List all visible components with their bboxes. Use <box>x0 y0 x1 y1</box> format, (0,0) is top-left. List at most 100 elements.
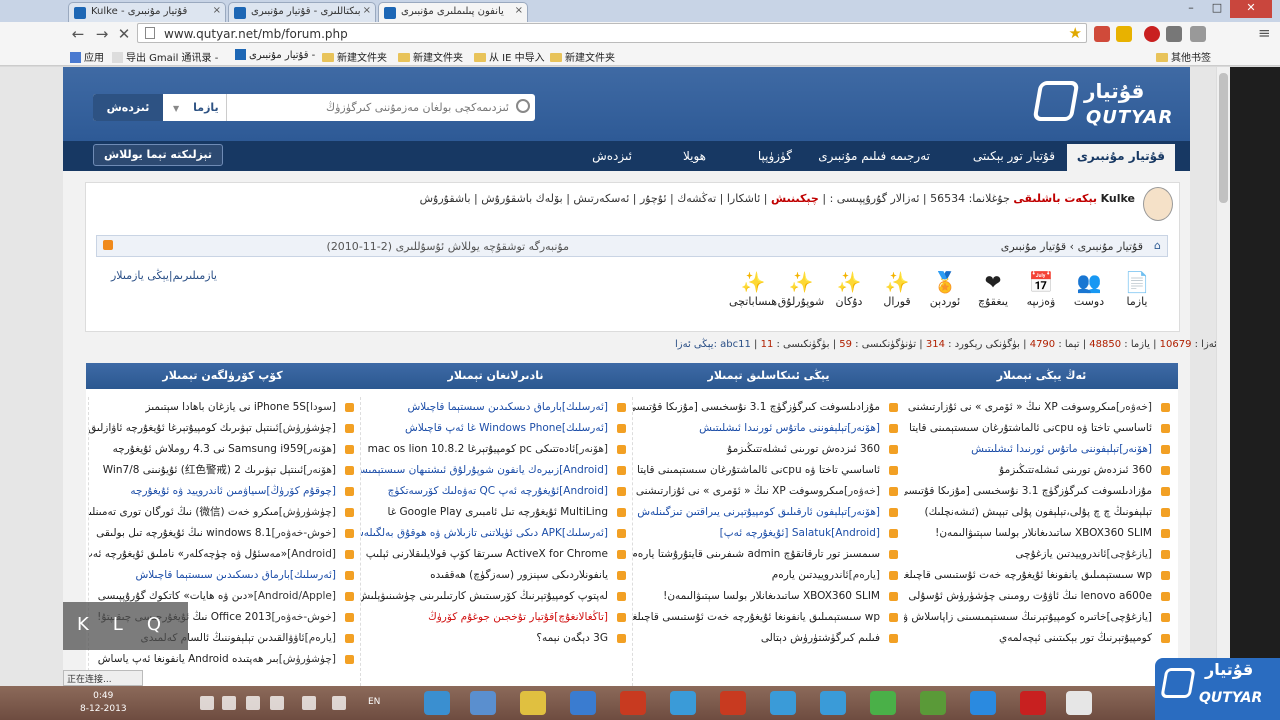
thread-link[interactable]: مۇزادىلسوفت كىرگۈزگۈچ 3.1 نۇسخىسى [مۇزىك… <box>633 397 900 418</box>
thread-tag[interactable]: [ئەرسلىك] <box>290 569 336 581</box>
thread-tag[interactable]: [Android] <box>559 485 608 497</box>
thread-tag[interactable]: [ھۆنەر] <box>847 422 880 434</box>
quick-icon-0[interactable]: 📄 يازما <box>1113 269 1161 308</box>
menu-icon[interactable]: ≡ <box>1258 26 1274 42</box>
thread-tag[interactable]: [چۈشۈرۈش] <box>279 653 336 665</box>
input-language[interactable]: EN <box>368 697 380 707</box>
site-logo[interactable]: قۇتيار QUTYAR <box>1026 77 1176 133</box>
thread-tag[interactable]: [چۈشۈرۈش] <box>279 422 336 434</box>
thread-tag[interactable]: [خوش-خەۋەر] <box>272 527 336 539</box>
taskbar-clock[interactable]: 0:49 8-12-2013 <box>80 690 127 716</box>
thread-link[interactable]: [Android]زىيرەك يانفون شوپۇرلۇق ئىشتىھان… <box>361 460 628 481</box>
announcement-link[interactable]: مۇنبەرگە توشقۇچە يوللاش ئۇسۇللىرى (2-11-… <box>327 240 569 253</box>
close-window-button[interactable]: ✕ <box>1230 0 1272 18</box>
thread-link[interactable]: [يارەم]ئاندروييدتىن يارەم <box>633 565 900 586</box>
search-button[interactable]: ئىزدەش <box>93 94 163 121</box>
opera-extension-icon[interactable] <box>1144 26 1160 42</box>
bookmark-folder[interactable]: 新建文件夹 <box>550 49 615 64</box>
thread-tag[interactable]: [چوقۇم كۆرۈڭ] <box>266 485 336 497</box>
nav-film-forum[interactable]: تەرجىمە فىلىم مۇنبىرى <box>818 141 930 171</box>
thread-tag[interactable]: [ئەرسلىك] <box>562 401 608 413</box>
keyboard-icon[interactable] <box>302 696 316 710</box>
logout-link[interactable]: چېكىنىش <box>771 192 819 205</box>
bookmark-folder[interactable]: 新建文件夹 <box>322 49 387 64</box>
search-scope-select[interactable]: ▼ يازما <box>165 94 227 121</box>
thread-link[interactable]: [چۈشۈرۈش]مىكرو خەت (微信) نىڭ ئورگان تورى … <box>89 502 356 523</box>
thread-link[interactable]: تېلېفونىڭ چ چ پۇلى،تېلېفون پۇلى تېپىش (ئ… <box>904 502 1172 523</box>
thread-link[interactable]: [ھۆنەر]ئادەتتىكى pc كومپيۇتېرغا mac os l… <box>361 439 628 460</box>
thread-link[interactable]: [ئەرسلىك]Windows Phone غا ئەپ قاچىلاش <box>361 418 628 439</box>
thread-tag[interactable]: [خەۋەر] <box>1116 401 1152 413</box>
tab-1[interactable]: Kulke - قۇتيار مۇنبىرى × <box>68 2 226 22</box>
bookmark-qutyar[interactable]: قۇتيار مۇنبىرى - <box>235 49 315 61</box>
thread-link[interactable]: [ئەرسلىك]APK دىكى ئۈيلاتنى تازىلاش ۋە ھو… <box>361 523 628 544</box>
search-input[interactable]: ئىزدىمەكچى بولغان مەزمۇننى كىرگۈزۈڭ <box>326 101 509 114</box>
bookmark-folder[interactable]: 新建文件夹 <box>398 49 463 64</box>
forward-arrow-icon[interactable]: → <box>92 24 112 44</box>
thread-link[interactable]: كومپيۇتېرنىڭ تور بېكىتىنى ئېچەلمەي <box>904 628 1172 649</box>
username-link[interactable]: Kulke <box>1101 192 1135 205</box>
quick-icon-3[interactable]: ❤ يىغقۇچ <box>969 269 1017 308</box>
thread-link[interactable]: [Android]Salatuk [ئۇيغۇرچە ئەپ] <box>633 523 900 544</box>
avatar[interactable] <box>1143 187 1173 221</box>
thread-tag[interactable]: [Android] <box>287 548 336 560</box>
thread-link[interactable]: wp سىستېمىلىق يانفونغا ئۇيغۇرچە خەت ئۇست… <box>633 607 900 628</box>
thread-tag[interactable]: [سودا] <box>306 401 336 413</box>
thread-tag[interactable]: [ھۆنەر] <box>303 443 336 455</box>
thread-link[interactable]: [ھۆنەر]تېلېفوننى ماتۇس ئورنىدا ئىشلىتىش <box>633 418 900 439</box>
thread-link[interactable]: مۇزادىلسوفت كىرگۈزگۈچ 3.1 نۇسخىسى [مۇزىك… <box>904 481 1172 502</box>
thread-link[interactable]: [يازغۇچى]خاتىرە كومپيۇتېرنىڭ سىستېمىسىنى… <box>904 607 1172 628</box>
address-bar[interactable]: www.qutyar.net/mb/forum.php ★ <box>137 23 1087 43</box>
thread-tag[interactable]: [ھۆنەر] <box>575 443 608 455</box>
thread-tag[interactable]: [تاڭغالانغۇچ] <box>554 611 608 623</box>
tray-icon[interactable] <box>332 696 346 710</box>
thread-link[interactable]: ئاساسىي تاختا ۋە cpuنى ئالماشتۇرغان سىست… <box>633 460 900 481</box>
thread-link[interactable]: [ھۆنەر]Samsung i959 نى 4.3 روملاش ئۇيغۇر… <box>89 439 356 460</box>
nav-groups[interactable]: گۈزۈپپا <box>758 141 792 171</box>
thread-tag[interactable]: [ھۆنەر] <box>847 506 880 518</box>
thread-tag[interactable]: [خوش-خەۋەر] <box>272 611 336 623</box>
thread-link[interactable]: [تاڭغالانغۇچ]قۇتيار تۇخجىن جوغۇم كۆرۈڭ <box>361 607 628 628</box>
user-menu-links[interactable]: ئاشكارا | تەڭشەك | ئۇچۇر | ئەسكەرتىش | ب… <box>420 192 761 205</box>
nav-forum-home[interactable]: قۇتيار مۇنبىرى <box>1066 144 1175 171</box>
chrome-icon[interactable] <box>1066 691 1092 715</box>
thread-tag[interactable]: [يارەم] <box>849 569 880 581</box>
thread-link[interactable]: [خەۋەر]مىكروسوفت XP نىڭ « ئۆمرى » نى ئۇز… <box>633 481 900 502</box>
thread-link[interactable]: ئاساسىي تاختا ۋە cpuنى ئالماشتۇرغان سىست… <box>904 418 1172 439</box>
thread-link[interactable]: 360 ئىزدەش تورىنى ئىشلەتتىڭىزمۇ <box>633 439 900 460</box>
quick-post-button[interactable]: تېزلىكتە تېما يوللاش <box>93 144 223 166</box>
app-icon[interactable] <box>520 691 546 715</box>
quick-icon-5[interactable]: ✨ قورال <box>873 269 921 308</box>
scrollbar-thumb[interactable] <box>1219 73 1228 203</box>
quick-icon-2[interactable]: 📅 ۋەزىپە <box>1017 269 1065 308</box>
thread-link[interactable]: [يازغۇچى]ئاندروييدتىن يازغۇچى <box>904 544 1172 565</box>
thread-link[interactable]: 3G دېگەن نېمە؟ <box>361 628 628 649</box>
app-icon[interactable] <box>470 691 496 715</box>
stop-loading-icon[interactable]: ✕ <box>114 24 134 44</box>
thread-link[interactable]: سىمسىز تور تارقاتقۇچ admin شىفرىنى قايتۇ… <box>633 544 900 565</box>
thread-tag[interactable]: [ھۆنەر] <box>303 464 336 476</box>
thread-tag[interactable]: [ئەرسلىك] <box>562 422 608 434</box>
app-icon[interactable] <box>570 691 596 715</box>
thread-tag[interactable]: [چۈشۈرۈش] <box>279 506 336 518</box>
thread-link[interactable]: lenovo a600e نىڭ ئاۋۇت رومىنى چۈشۈرۈش ئۇ… <box>904 586 1172 607</box>
app-icon[interactable] <box>920 691 946 715</box>
maximize-button[interactable]: □ <box>1204 0 1230 18</box>
thread-tag[interactable]: [خەۋەر] <box>844 485 880 497</box>
thread-link[interactable]: [خوش-خەۋەر]windows 8.1 نىڭ ئۇيغۇرچە تىل … <box>89 523 356 544</box>
app-icon[interactable] <box>1020 691 1046 715</box>
app-icon[interactable] <box>870 691 896 715</box>
quick-icon-7[interactable]: ✨ شوپۇرلۇق <box>777 269 825 308</box>
thread-link[interactable]: [سودا]iPhone 5S نى يازغان باھادا سېتىمىز <box>89 397 356 418</box>
home-icon[interactable]: ⌂ <box>1154 239 1161 252</box>
thread-link[interactable]: [ئەرسلىك]بارماق دىسكىدىن سىستېما قاچىلاش <box>361 397 628 418</box>
thread-link[interactable]: XBOX360 SLIM ساتىدىغانلار بولسا سېتىۋالى… <box>904 523 1172 544</box>
battery-icon[interactable] <box>246 696 260 710</box>
app-icon[interactable] <box>620 691 646 715</box>
close-tab-icon[interactable]: × <box>213 5 221 16</box>
quick-icon-4[interactable]: 🏅 ئوردېن <box>921 269 969 308</box>
bookmark-folder[interactable]: 从 IE 中导入 <box>474 49 545 64</box>
close-tab-icon[interactable]: × <box>363 5 371 16</box>
nav-search[interactable]: ئىزدەش <box>592 141 632 171</box>
new-badge-icon[interactable] <box>1116 26 1132 42</box>
